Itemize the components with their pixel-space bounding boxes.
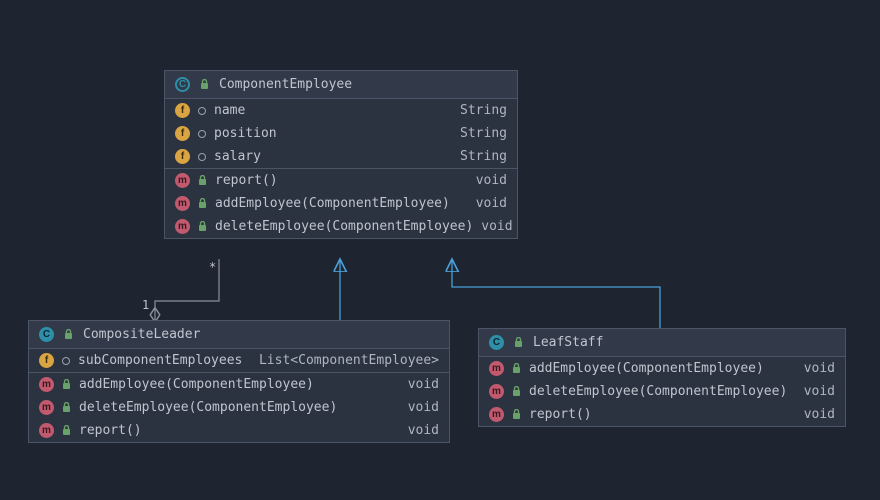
member-type: void xyxy=(481,219,512,234)
member-type: List<ComponentEmployee> xyxy=(259,353,439,368)
class-leaf-staff[interactable]: C LeafStaff m addEmployee(ComponentEmplo… xyxy=(478,328,846,427)
class-icon: C xyxy=(489,335,504,350)
member-type: String xyxy=(460,149,507,164)
method-icon: m xyxy=(39,400,54,415)
field-row[interactable]: f name String xyxy=(165,99,517,122)
member-name: addEmployee(ComponentEmployee) xyxy=(529,361,796,376)
member-name: position xyxy=(214,126,452,141)
method-row[interactable]: m addEmployee(ComponentEmployee) void xyxy=(479,357,845,380)
class-component-employee[interactable]: C ComponentEmployee f name String f posi… xyxy=(164,70,518,239)
member-name: report() xyxy=(79,423,400,438)
method-icon: m xyxy=(175,196,190,211)
class-composite-leader[interactable]: C CompositeLeader f subComponentEmployee… xyxy=(28,320,450,443)
member-type: void xyxy=(408,423,439,438)
interface-icon: C xyxy=(175,77,190,92)
method-icon: m xyxy=(489,384,504,399)
member-type: void xyxy=(408,400,439,415)
method-icon: m xyxy=(175,173,190,188)
member-type: void xyxy=(804,407,835,422)
lock-icon xyxy=(512,409,521,420)
class-title: CompositeLeader xyxy=(83,327,439,342)
member-name: deleteEmployee(ComponentEmployee) xyxy=(215,219,473,234)
member-name: subComponentEmployees xyxy=(78,353,251,368)
field-row[interactable]: f position String xyxy=(165,122,517,145)
lock-icon xyxy=(200,79,209,90)
member-type: void xyxy=(476,173,507,188)
visibility-icon xyxy=(198,107,206,115)
field-row[interactable]: f salary String xyxy=(165,145,517,168)
method-row[interactable]: m deleteEmployee(ComponentEmployee) void xyxy=(165,215,517,238)
member-name: name xyxy=(214,103,452,118)
class-header: C LeafStaff xyxy=(479,329,845,357)
member-type: void xyxy=(804,384,835,399)
member-type: void xyxy=(408,377,439,392)
member-type: void xyxy=(476,196,507,211)
method-icon: m xyxy=(39,377,54,392)
method-row[interactable]: m addEmployee(ComponentEmployee) void xyxy=(165,192,517,215)
lock-icon xyxy=(62,425,71,436)
member-type: String xyxy=(460,126,507,141)
member-name: salary xyxy=(214,149,452,164)
class-header: C ComponentEmployee xyxy=(165,71,517,99)
method-icon: m xyxy=(175,219,190,234)
member-name: report() xyxy=(215,173,468,188)
member-name: report() xyxy=(529,407,796,422)
lock-icon xyxy=(514,337,523,348)
class-title: LeafStaff xyxy=(533,335,835,350)
lock-icon xyxy=(512,386,521,397)
member-type: String xyxy=(460,103,507,118)
method-icon: m xyxy=(489,361,504,376)
field-icon: f xyxy=(175,149,190,164)
method-row[interactable]: m report() void xyxy=(165,168,517,192)
field-icon: f xyxy=(39,353,54,368)
member-type: void xyxy=(804,361,835,376)
visibility-icon xyxy=(198,130,206,138)
method-icon: m xyxy=(489,407,504,422)
member-name: deleteEmployee(ComponentEmployee) xyxy=(79,400,400,415)
multiplicity-one: 1 xyxy=(142,298,149,312)
method-row[interactable]: m deleteEmployee(ComponentEmployee) void xyxy=(479,380,845,403)
uml-canvas: { "componentEmployee":{ "title":"Compone… xyxy=(0,0,880,500)
method-icon: m xyxy=(39,423,54,438)
method-row[interactable]: m deleteEmployee(ComponentEmployee) void xyxy=(29,396,449,419)
field-icon: f xyxy=(175,103,190,118)
lock-icon xyxy=(198,221,207,232)
visibility-icon xyxy=(198,153,206,161)
visibility-icon xyxy=(62,357,70,365)
member-name: addEmployee(ComponentEmployee) xyxy=(215,196,468,211)
field-icon: f xyxy=(175,126,190,141)
class-icon: C xyxy=(39,327,54,342)
method-row[interactable]: m addEmployee(ComponentEmployee) void xyxy=(29,372,449,396)
class-title: ComponentEmployee xyxy=(219,77,507,92)
lock-icon xyxy=(62,379,71,390)
method-row[interactable]: m report() void xyxy=(29,419,449,442)
member-name: addEmployee(ComponentEmployee) xyxy=(79,377,400,392)
class-header: C CompositeLeader xyxy=(29,321,449,349)
lock-icon xyxy=(62,402,71,413)
lock-icon xyxy=(198,175,207,186)
lock-icon xyxy=(198,198,207,209)
field-row[interactable]: f subComponentEmployees List<ComponentEm… xyxy=(29,349,449,372)
lock-icon xyxy=(64,329,73,340)
member-name: deleteEmployee(ComponentEmployee) xyxy=(529,384,796,399)
method-row[interactable]: m report() void xyxy=(479,403,845,426)
multiplicity-many: * xyxy=(209,260,216,274)
lock-icon xyxy=(512,363,521,374)
